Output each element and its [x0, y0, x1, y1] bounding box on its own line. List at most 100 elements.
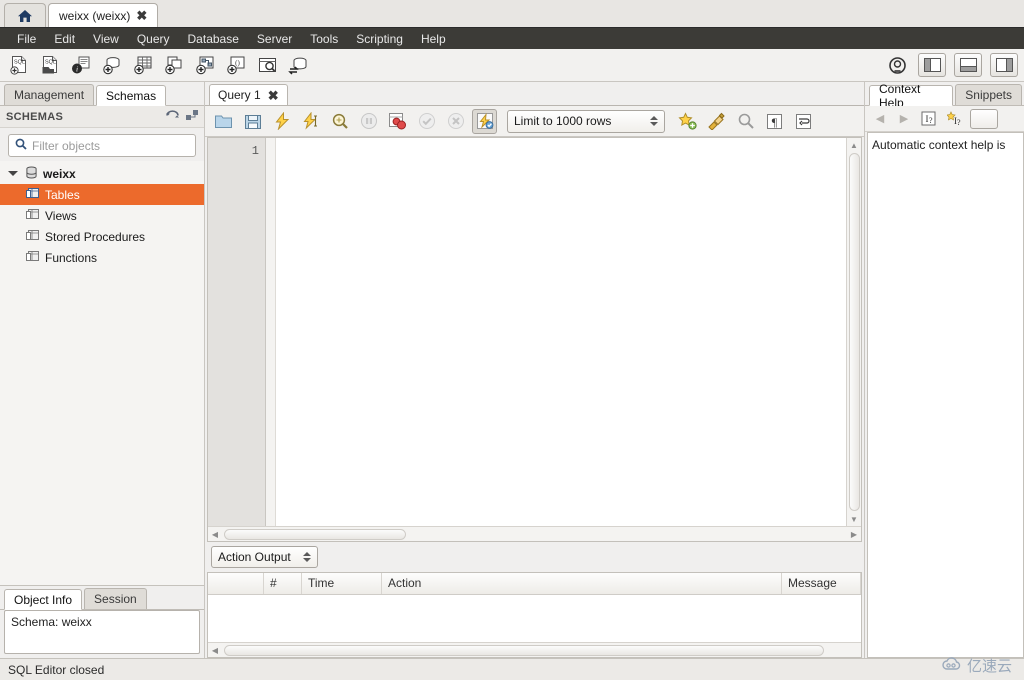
explain-statement-icon[interactable] [327, 109, 352, 134]
chevron-updown-icon[interactable] [650, 116, 658, 126]
query-tab-label: Query 1 [218, 88, 261, 102]
scroll-left-icon[interactable]: ◀ [208, 527, 222, 541]
tab-snippets[interactable]: Snippets [955, 84, 1022, 105]
save-file-icon[interactable] [240, 109, 265, 134]
open-sql-script-icon[interactable]: SQL [37, 52, 63, 78]
editor-horizontal-scrollbar[interactable]: ◀ ▶ [208, 526, 861, 541]
cloud-icon [941, 656, 963, 676]
output-selector-row: Action Output [205, 542, 864, 572]
tree-item-tables[interactable]: Tables [0, 184, 204, 205]
sql-text-area[interactable] [276, 138, 846, 526]
object-info-panel: Object Info Session Schema: weixx [0, 585, 204, 658]
filter-objects-box[interactable] [8, 134, 196, 157]
commit-icon[interactable] [414, 109, 439, 134]
toggle-sidebar-icon[interactable] [918, 53, 946, 77]
main-toolbar: SQL SQL i () [0, 49, 1024, 82]
horizontal-scroll-thumb[interactable] [224, 528, 406, 540]
scratch-icon[interactable] [884, 52, 910, 78]
scroll-left-icon[interactable]: ◀ [208, 643, 222, 657]
inspect-schema-icon[interactable] [254, 52, 280, 78]
chevron-updown-icon[interactable] [302, 552, 311, 562]
execute-current-statement-icon[interactable] [298, 109, 323, 134]
find-icon[interactable] [733, 109, 758, 134]
tab-context-help[interactable]: Context Help [869, 82, 954, 110]
back-arrow-icon[interactable]: ◀ [870, 112, 890, 125]
create-schema-icon[interactable] [99, 52, 125, 78]
output-scroll-thumb[interactable] [224, 644, 824, 656]
reverse-engineer-icon[interactable] [285, 52, 311, 78]
row-limit-dropdown[interactable]: Limit to 1000 rows [507, 109, 665, 133]
watermark-text: 亿速云 [966, 658, 1012, 675]
forward-arrow-icon[interactable]: ▶ [894, 112, 914, 125]
connection-tab-label: weixx (weixx) [59, 8, 131, 23]
scroll-down-icon[interactable]: ▼ [850, 512, 858, 526]
svg-text:?: ? [929, 116, 933, 125]
menu-item-scripting[interactable]: Scripting [347, 30, 412, 48]
toggle-stop-on-error-icon[interactable] [385, 109, 410, 134]
menu-item-query[interactable]: Query [128, 30, 179, 48]
chevron-down-icon[interactable] [6, 171, 20, 176]
toggle-wrapping-icon[interactable] [791, 109, 816, 134]
svg-text:¶: ¶ [772, 115, 778, 129]
tree-item-schema-weixx[interactable]: weixx [0, 163, 204, 184]
toggle-autocommit-icon[interactable] [472, 108, 497, 134]
tab-query-1[interactable]: Query 1 ✖ [209, 84, 288, 105]
help-options-button[interactable] [970, 108, 998, 129]
toggle-secondary-sidebar-icon[interactable] [990, 53, 1018, 77]
functions-folder-icon [26, 250, 40, 265]
output-type-dropdown[interactable]: Action Output [211, 546, 318, 568]
column-header-time[interactable]: Time [302, 573, 382, 594]
tree-item-label: Views [45, 208, 77, 223]
tab-session[interactable]: Session [84, 588, 147, 609]
toggle-output-icon[interactable] [954, 53, 982, 77]
auto-help-icon[interactable]: I ? [944, 109, 966, 129]
context-help-toolbar: ◀ ▶ I ? I ? [865, 106, 1024, 132]
menu-item-tools[interactable]: Tools [301, 30, 347, 48]
menu-item-server[interactable]: Server [248, 30, 301, 48]
execute-statement-icon[interactable] [269, 109, 294, 134]
beautify-query-icon[interactable] [704, 109, 729, 134]
stop-execution-icon[interactable] [356, 109, 381, 134]
filter-objects-input[interactable] [32, 138, 189, 153]
manual-help-icon[interactable]: I ? [918, 109, 940, 129]
collapse-all-icon[interactable] [186, 109, 198, 124]
connection-info-icon[interactable]: i [68, 52, 94, 78]
create-table-icon[interactable] [130, 52, 156, 78]
menu-item-view[interactable]: View [84, 30, 128, 48]
menu-item-edit[interactable]: Edit [45, 30, 84, 48]
refresh-icon[interactable] [166, 109, 179, 124]
scroll-right-icon[interactable]: ▶ [847, 527, 861, 541]
new-sql-tab-icon[interactable]: SQL [6, 52, 32, 78]
left-sidebar: Management Schemas SCHEMAS Filter object… [0, 82, 205, 658]
create-procedure-icon[interactable] [192, 52, 218, 78]
close-icon[interactable]: ✖ [136, 9, 147, 22]
open-file-icon[interactable] [211, 109, 236, 134]
help-tab-row: Context Help Snippets [865, 82, 1024, 110]
editor-vertical-scrollbar[interactable]: ▲ ▼ [846, 138, 861, 526]
menu-item-file[interactable]: File [8, 30, 45, 48]
save-snippet-icon[interactable] [675, 109, 700, 134]
menu-item-help[interactable]: Help [412, 30, 455, 48]
column-header-message[interactable]: Message [782, 573, 861, 594]
scroll-up-icon[interactable]: ▲ [850, 138, 858, 152]
tab-management[interactable]: Management [4, 84, 95, 105]
column-header-action[interactable]: Action [382, 573, 782, 594]
home-tab[interactable] [4, 3, 46, 27]
tree-item-views[interactable]: Views [0, 205, 204, 226]
menu-item-database[interactable]: Database [179, 30, 248, 48]
connection-tab[interactable]: weixx (weixx) ✖ [48, 3, 159, 27]
tab-schemas[interactable]: Schemas [96, 85, 167, 106]
create-function-icon[interactable]: () [223, 52, 249, 78]
close-icon[interactable]: ✖ [268, 89, 279, 102]
create-view-icon[interactable] [161, 52, 187, 78]
tree-item-functions[interactable]: Functions [0, 247, 204, 268]
vertical-scroll-thumb[interactable] [848, 153, 860, 511]
column-header-blank[interactable] [208, 573, 264, 594]
tree-item-stored-procedures[interactable]: Stored Procedures [0, 226, 204, 247]
rollback-icon[interactable] [443, 109, 468, 134]
column-header-index[interactable]: # [264, 573, 302, 594]
tab-object-info[interactable]: Object Info [4, 589, 83, 610]
output-horizontal-scrollbar[interactable]: ◀ [208, 642, 861, 657]
toggle-invisible-chars-icon[interactable]: ¶ [762, 109, 787, 134]
svg-text:?: ? [957, 118, 961, 126]
